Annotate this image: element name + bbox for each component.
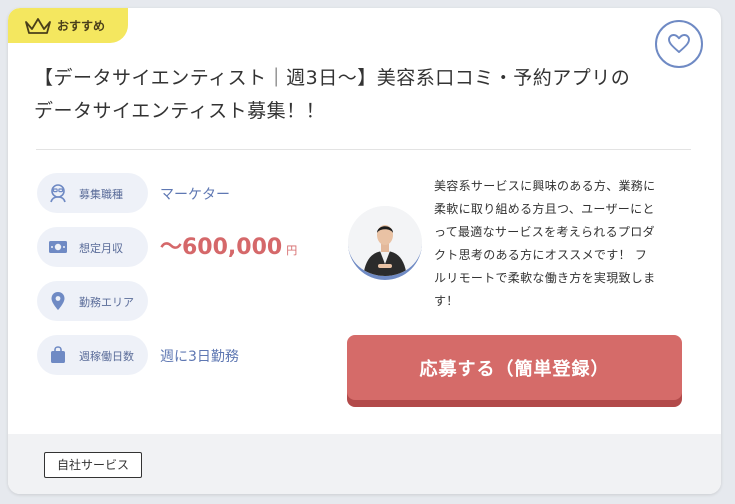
- heart-icon: [668, 34, 690, 53]
- workdays-pill: 週稼働日数: [37, 335, 148, 375]
- apply-button-label: 応募する（簡単登録）: [419, 358, 610, 380]
- favorite-button[interactable]: [655, 20, 703, 68]
- badge-label: おすすめ: [57, 19, 106, 33]
- tag-in-house-service[interactable]: 自社サービス: [44, 452, 143, 478]
- job-title-line-1: 【データサイエンティスト｜週3日〜】美容系口コミ・予約アプリの: [34, 67, 631, 89]
- workdays-label: 週稼働日数: [79, 350, 134, 363]
- money-icon: [49, 241, 67, 253]
- location-label: 勤務エリア: [79, 296, 134, 309]
- position-value: マーケター: [160, 187, 230, 203]
- position-label: 募集職種: [79, 188, 123, 201]
- person-icon: [50, 184, 66, 203]
- location-pin-icon: [51, 292, 65, 310]
- location-pill: 勤務エリア: [37, 281, 148, 321]
- salary-value: 〜600,000: [160, 235, 283, 260]
- salary-pill: 想定月収: [37, 227, 148, 267]
- crown-icon: [25, 18, 51, 34]
- description-line: す！: [434, 294, 459, 308]
- job-description: 美容系サービスに興味のある方、業務に 柔軟に取り組める方且つ、ユーザーにと って…: [434, 175, 704, 313]
- person-photo-icon: [348, 206, 422, 276]
- divider: [36, 149, 691, 150]
- bag-icon: [51, 346, 65, 363]
- job-title[interactable]: 【データサイエンティスト｜週3日〜】美容系口コミ・予約アプリの データサイエンテ…: [34, 62, 644, 128]
- job-title-line-2: データサイエンティスト募集！！: [34, 100, 326, 122]
- position-pill: 募集職種: [37, 173, 148, 213]
- description-line: 柔軟に取り組める方且つ、ユーザーにと: [434, 202, 655, 216]
- workdays-value: 週に3日勤務: [160, 349, 239, 365]
- recommend-badge: おすすめ: [8, 8, 128, 43]
- tag-footer: 自社サービス: [8, 434, 721, 494]
- salary-value-group: 〜600,000 円: [160, 229, 297, 261]
- job-card: おすすめ 【データサイエンティスト｜週3日〜】美容系口コミ・予約アプリの データ…: [8, 8, 721, 494]
- salary-unit: 円: [286, 244, 298, 257]
- avatar: [348, 206, 422, 280]
- description-line: 美容系サービスに興味のある方、業務に: [434, 179, 656, 193]
- description-line: って最適なサービスを考えられるプロダ: [434, 225, 655, 239]
- description-line: ルリモートで柔軟な働き方を実現致しま: [434, 271, 656, 285]
- description-line: クト思考のある方にオススメです！ フ: [434, 248, 648, 262]
- salary-label: 想定月収: [79, 242, 123, 255]
- apply-button[interactable]: 応募する（簡単登録）: [347, 335, 682, 400]
